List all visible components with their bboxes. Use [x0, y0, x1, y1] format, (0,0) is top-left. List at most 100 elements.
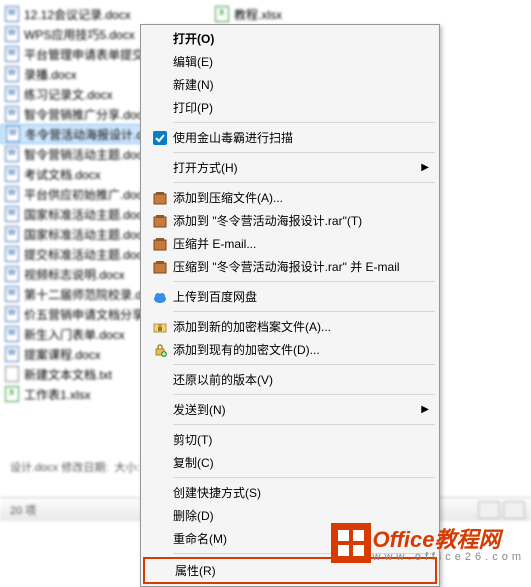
menu-open[interactable]: 打开(O)	[143, 27, 437, 50]
menu-label: 创建快捷方式(S)	[173, 484, 417, 501]
file-name: 国家标准活动主题.docx	[24, 206, 149, 223]
menu-kingsoft-scan[interactable]: 使用金山毒霸进行扫描	[143, 126, 437, 149]
file-name: 智令营销推广分享.docx	[24, 106, 149, 123]
file-name: 视频标志说明.docx	[24, 266, 125, 283]
menu-label: 使用金山毒霸进行扫描	[173, 129, 417, 146]
menu-separator	[173, 122, 435, 123]
docx-icon	[4, 226, 20, 242]
submenu-arrow-icon: ▶	[421, 404, 429, 415]
menu-label: 编辑(E)	[173, 53, 417, 70]
file-name: 国家标准活动主题.docx	[24, 226, 149, 243]
watermark-url: www.office26.com	[373, 551, 525, 563]
lock-folder-icon	[147, 319, 173, 335]
menu-label: 打印(P)	[173, 99, 417, 116]
docx-icon	[4, 46, 20, 62]
menu-label: 上传到百度网盘	[173, 288, 417, 305]
file-name: 智令营销活动主题.docx	[24, 146, 149, 163]
submenu-arrow-icon: ▶	[421, 162, 429, 173]
menu-label: 压缩到 "冬令营活动海报设计.rar" 并 E-mail	[173, 258, 417, 275]
menu-add-new-encrypted[interactable]: 添加到新的加密档案文件(A)...	[143, 315, 437, 338]
winrar-icon	[147, 213, 173, 229]
file-name: 提案课程.docx	[24, 346, 101, 363]
menu-label: 还原以前的版本(V)	[173, 371, 417, 388]
winrar-icon	[147, 259, 173, 275]
menu-separator	[173, 364, 435, 365]
docx-icon	[4, 306, 20, 322]
file-name: 新生入门表单.docx	[24, 326, 125, 343]
baidu-cloud-icon	[147, 289, 173, 305]
file-name: 练习记录文.docx	[24, 86, 113, 103]
menu-separator	[173, 152, 435, 153]
menu-separator	[173, 311, 435, 312]
menu-label: 添加到 "冬令营活动海报设计.rar"(T)	[173, 212, 417, 229]
status-file: 设计.docx 修改日期:	[10, 459, 108, 475]
docx-icon	[4, 26, 20, 42]
file-name: 考试文档.docx	[24, 166, 101, 183]
menu-separator	[173, 477, 435, 478]
docx-icon	[4, 6, 20, 22]
winrar-icon	[147, 190, 173, 206]
watermark-title: Office教程网	[373, 522, 525, 554]
docx-icon	[4, 206, 20, 222]
docx-icon	[4, 186, 20, 202]
docx-icon	[4, 146, 20, 162]
menu-print[interactable]: 打印(P)	[143, 96, 437, 119]
status-count: 20 项	[10, 502, 36, 518]
menu-add-named-archive[interactable]: 添加到 "冬令营活动海报设计.rar"(T)	[143, 209, 437, 232]
file-name: 新建文本文档.txt	[24, 366, 112, 383]
file-name: WPS应用技巧5.docx	[24, 26, 135, 43]
menu-compress-email[interactable]: 压缩并 E-mail...	[143, 232, 437, 255]
context-menu: 打开(O) 编辑(E) 新建(N) 打印(P) 使用金山毒霸进行扫描 打开方式(…	[140, 24, 440, 587]
docx-icon	[4, 246, 20, 262]
menu-label: 复制(C)	[173, 454, 417, 471]
menu-compress-to-email[interactable]: 压缩到 "冬令营活动海报设计.rar" 并 E-mail	[143, 255, 437, 278]
menu-separator	[173, 424, 435, 425]
kingsoft-icon	[147, 130, 173, 146]
file-name: 工作表1.xlsx	[24, 386, 91, 403]
menu-copy[interactable]: 复制(C)	[143, 451, 437, 474]
file-name: 录播.docx	[24, 66, 77, 83]
menu-separator	[173, 394, 435, 395]
winrar-icon	[147, 236, 173, 252]
menu-add-existing-encrypted[interactable]: 添加到现有的加密文件(D)...	[143, 338, 437, 361]
menu-label: 新建(N)	[173, 76, 417, 93]
menu-separator	[173, 281, 435, 282]
docx-icon	[4, 166, 20, 182]
menu-label: 打开方式(H)	[173, 159, 417, 176]
menu-restore-previous[interactable]: 还原以前的版本(V)	[143, 368, 437, 391]
menu-label: 添加到压缩文件(A)...	[173, 189, 417, 206]
menu-label: 压缩并 E-mail...	[173, 235, 417, 252]
menu-label: 添加到新的加密档案文件(A)...	[173, 318, 417, 335]
docx-icon	[4, 346, 20, 362]
view-icons-button[interactable]	[503, 501, 525, 519]
menu-label: 发送到(N)	[173, 401, 417, 418]
menu-label: 剪切(T)	[173, 431, 417, 448]
menu-cut[interactable]: 剪切(T)	[143, 428, 437, 451]
view-details-button[interactable]	[478, 501, 500, 519]
docx-icon	[4, 266, 20, 282]
menu-edit[interactable]: 编辑(E)	[143, 50, 437, 73]
file-name: 12.12会议记录.docx	[24, 6, 131, 23]
menu-open-with[interactable]: 打开方式(H) ▶	[143, 156, 437, 179]
menu-create-shortcut[interactable]: 创建快捷方式(S)	[143, 481, 437, 504]
file-name: 教程.xlsx	[234, 6, 282, 23]
menu-add-archive[interactable]: 添加到压缩文件(A)...	[143, 186, 437, 209]
menu-upload-baidu[interactable]: 上传到百度网盘	[143, 285, 437, 308]
details-pane: 设计.docx 修改日期: 大小:	[0, 447, 150, 487]
menu-separator	[173, 182, 435, 183]
file-name: 平台供应初始推广.docx	[24, 186, 149, 203]
xlsx-icon	[214, 6, 230, 22]
docx-icon	[4, 286, 20, 302]
docx-icon	[4, 106, 20, 122]
file-row: 12.12会议记录.docx 教程.xlsx	[0, 4, 531, 24]
docx-icon	[4, 66, 20, 82]
watermark: Office教程网 www.office26.com	[331, 522, 525, 563]
menu-label: 打开(O)	[173, 30, 417, 47]
file-item[interactable]: 12.12会议记录.docx	[0, 4, 210, 24]
status-size: 大小:	[115, 459, 140, 475]
menu-send-to[interactable]: 发送到(N) ▶	[143, 398, 437, 421]
docx-icon	[5, 126, 21, 142]
menu-new[interactable]: 新建(N)	[143, 73, 437, 96]
docx-icon	[4, 86, 20, 102]
file-item[interactable]: 教程.xlsx	[210, 4, 420, 24]
